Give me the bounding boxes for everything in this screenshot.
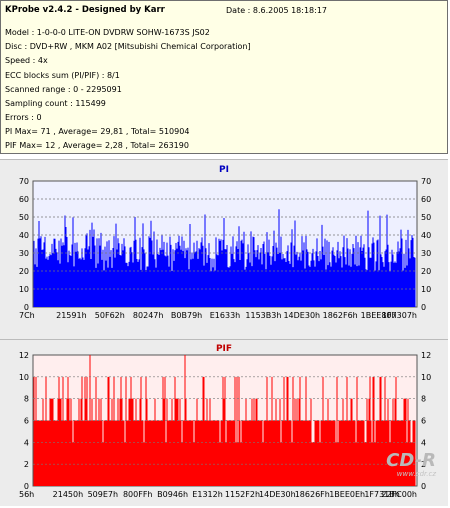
pif-xtick-label: 22FC00h — [381, 490, 417, 499]
pif-chart-panel: PIF 0 0 2 2 4 4 6 6 8 8 10 10 12 12 56h 21450h 509E7h 800… — [0, 339, 448, 506]
pif-ytick-right: 6 — [421, 417, 426, 426]
pif-xtick-label: 509E7h — [88, 490, 118, 499]
speed-line: Speed : 4x — [5, 56, 48, 65]
pif-ytick-right: 4 — [421, 438, 426, 447]
pif-xtick-label: B0946h — [157, 490, 188, 499]
pi-ytick-right: 70 — [421, 177, 431, 186]
pi-ytick-left: 60 — [19, 195, 29, 204]
pif-chart-title: PIF — [215, 344, 233, 354]
pi-ytick-left: 20 — [19, 267, 29, 276]
errors-line: Errors : 0 — [5, 113, 42, 122]
pi-xtick-label: 14DE30h — [283, 311, 320, 320]
pif-ytick-left: 2 — [24, 460, 29, 469]
scan-date: Date : 8.6.2005 18:18:17 — [226, 6, 327, 15]
pi-xtick-label: 21591h — [56, 311, 87, 320]
pi-summary-line: PI Max= 71 , Average= 29,81 , Total= 510… — [5, 127, 190, 136]
pi-xtick-label: 1153B3h — [245, 311, 281, 320]
pi-ytick-right: 40 — [421, 231, 431, 240]
pif-xtick-label: E1312h — [192, 490, 222, 499]
pif-summary-line: PIF Max= 12 , Average= 2,28 , Total= 263… — [5, 141, 189, 150]
pif-chart: 0 02 24 46 68 810 1012 1256h 21450h 509E7h 800FFh B… — [19, 351, 431, 499]
pi-xtick-label: E1633h — [210, 311, 240, 320]
sampling-line: Sampling count : 115499 — [5, 99, 106, 108]
pi-ytick-right: 30 — [421, 249, 431, 258]
pi-chart-panel: PI 0 0 10 10 20 20 30 30 40 40 50 50 60 60 70 70 7Ch 2159… — [0, 159, 448, 351]
pi-chart-title: PI — [219, 165, 229, 175]
pif-ytick-right: 8 — [421, 395, 426, 404]
pi-ytick-left: 10 — [19, 285, 29, 294]
pi-ytick-left: 40 — [19, 231, 29, 240]
pif-xtick-label: 14DE30h — [259, 490, 296, 499]
pi-chart: 0 010 1020 2030 3040 4050 5060 6070 707Ch 21591h 5… — [19, 177, 431, 320]
pif-xtick-label: 800FFh — [123, 490, 153, 499]
pif-ytick-right: 10 — [421, 373, 431, 382]
pif-ytick-left: 6 — [24, 417, 29, 426]
pi-ytick-left: 50 — [19, 213, 29, 222]
pi-ytick-right: 50 — [421, 213, 431, 222]
pi-ytick-left: 30 — [19, 249, 29, 258]
pif-xtick-label: 21450h — [53, 490, 84, 499]
pi-ytick-right: 20 — [421, 267, 431, 276]
pi-ytick-right: 60 — [421, 195, 431, 204]
pi-xtick-label: 1F7307h — [382, 311, 417, 320]
pi-xtick-label: 7Ch — [19, 311, 35, 320]
watermark-logo: CD-R — [386, 450, 436, 471]
pi-ytick-right: 10 — [421, 285, 431, 294]
app-header: KProbe v2.4.2 - Designed by Karr — [5, 5, 165, 15]
pif-ytick-right: 0 — [421, 482, 426, 491]
pif-xtick-label: 1152F2h — [225, 490, 260, 499]
info-panel: KProbe v2.4.2 - Designed by Karr Date : … — [0, 0, 448, 154]
pif-xtick-label: 56h — [19, 490, 34, 499]
model-line: Model : 1-0-0-0 LITE-ON DVDRW SOHW-1673S… — [5, 28, 210, 37]
pi-xtick-label: 1862F6h — [323, 311, 358, 320]
pif-ytick-left: 8 — [24, 395, 29, 404]
pif-xtick-label: 18626Fh — [295, 490, 330, 499]
pi-xtick-label: 50F62h — [95, 311, 125, 320]
ecc-line: ECC blocks sum (PI/PIF) : 8/1 — [5, 71, 120, 80]
pif-ytick-left: 4 — [24, 438, 29, 447]
range-line: Scanned range : 0 - 2295091 — [5, 85, 122, 94]
pif-ytick-left: 10 — [19, 373, 29, 382]
pi-ytick-right: 0 — [421, 303, 426, 312]
pi-xtick-label: 80247h — [133, 311, 164, 320]
disc-line: Disc : DVD+RW , MKM A02 [Mitsubishi Chem… — [5, 42, 251, 51]
pi-ytick-left: 70 — [19, 177, 29, 186]
pif-xtick-label: 1BEE0Eh — [329, 490, 365, 499]
pi-xtick-label: B0B79h — [171, 311, 202, 320]
watermark-url: www.cdr.cz — [396, 470, 436, 478]
